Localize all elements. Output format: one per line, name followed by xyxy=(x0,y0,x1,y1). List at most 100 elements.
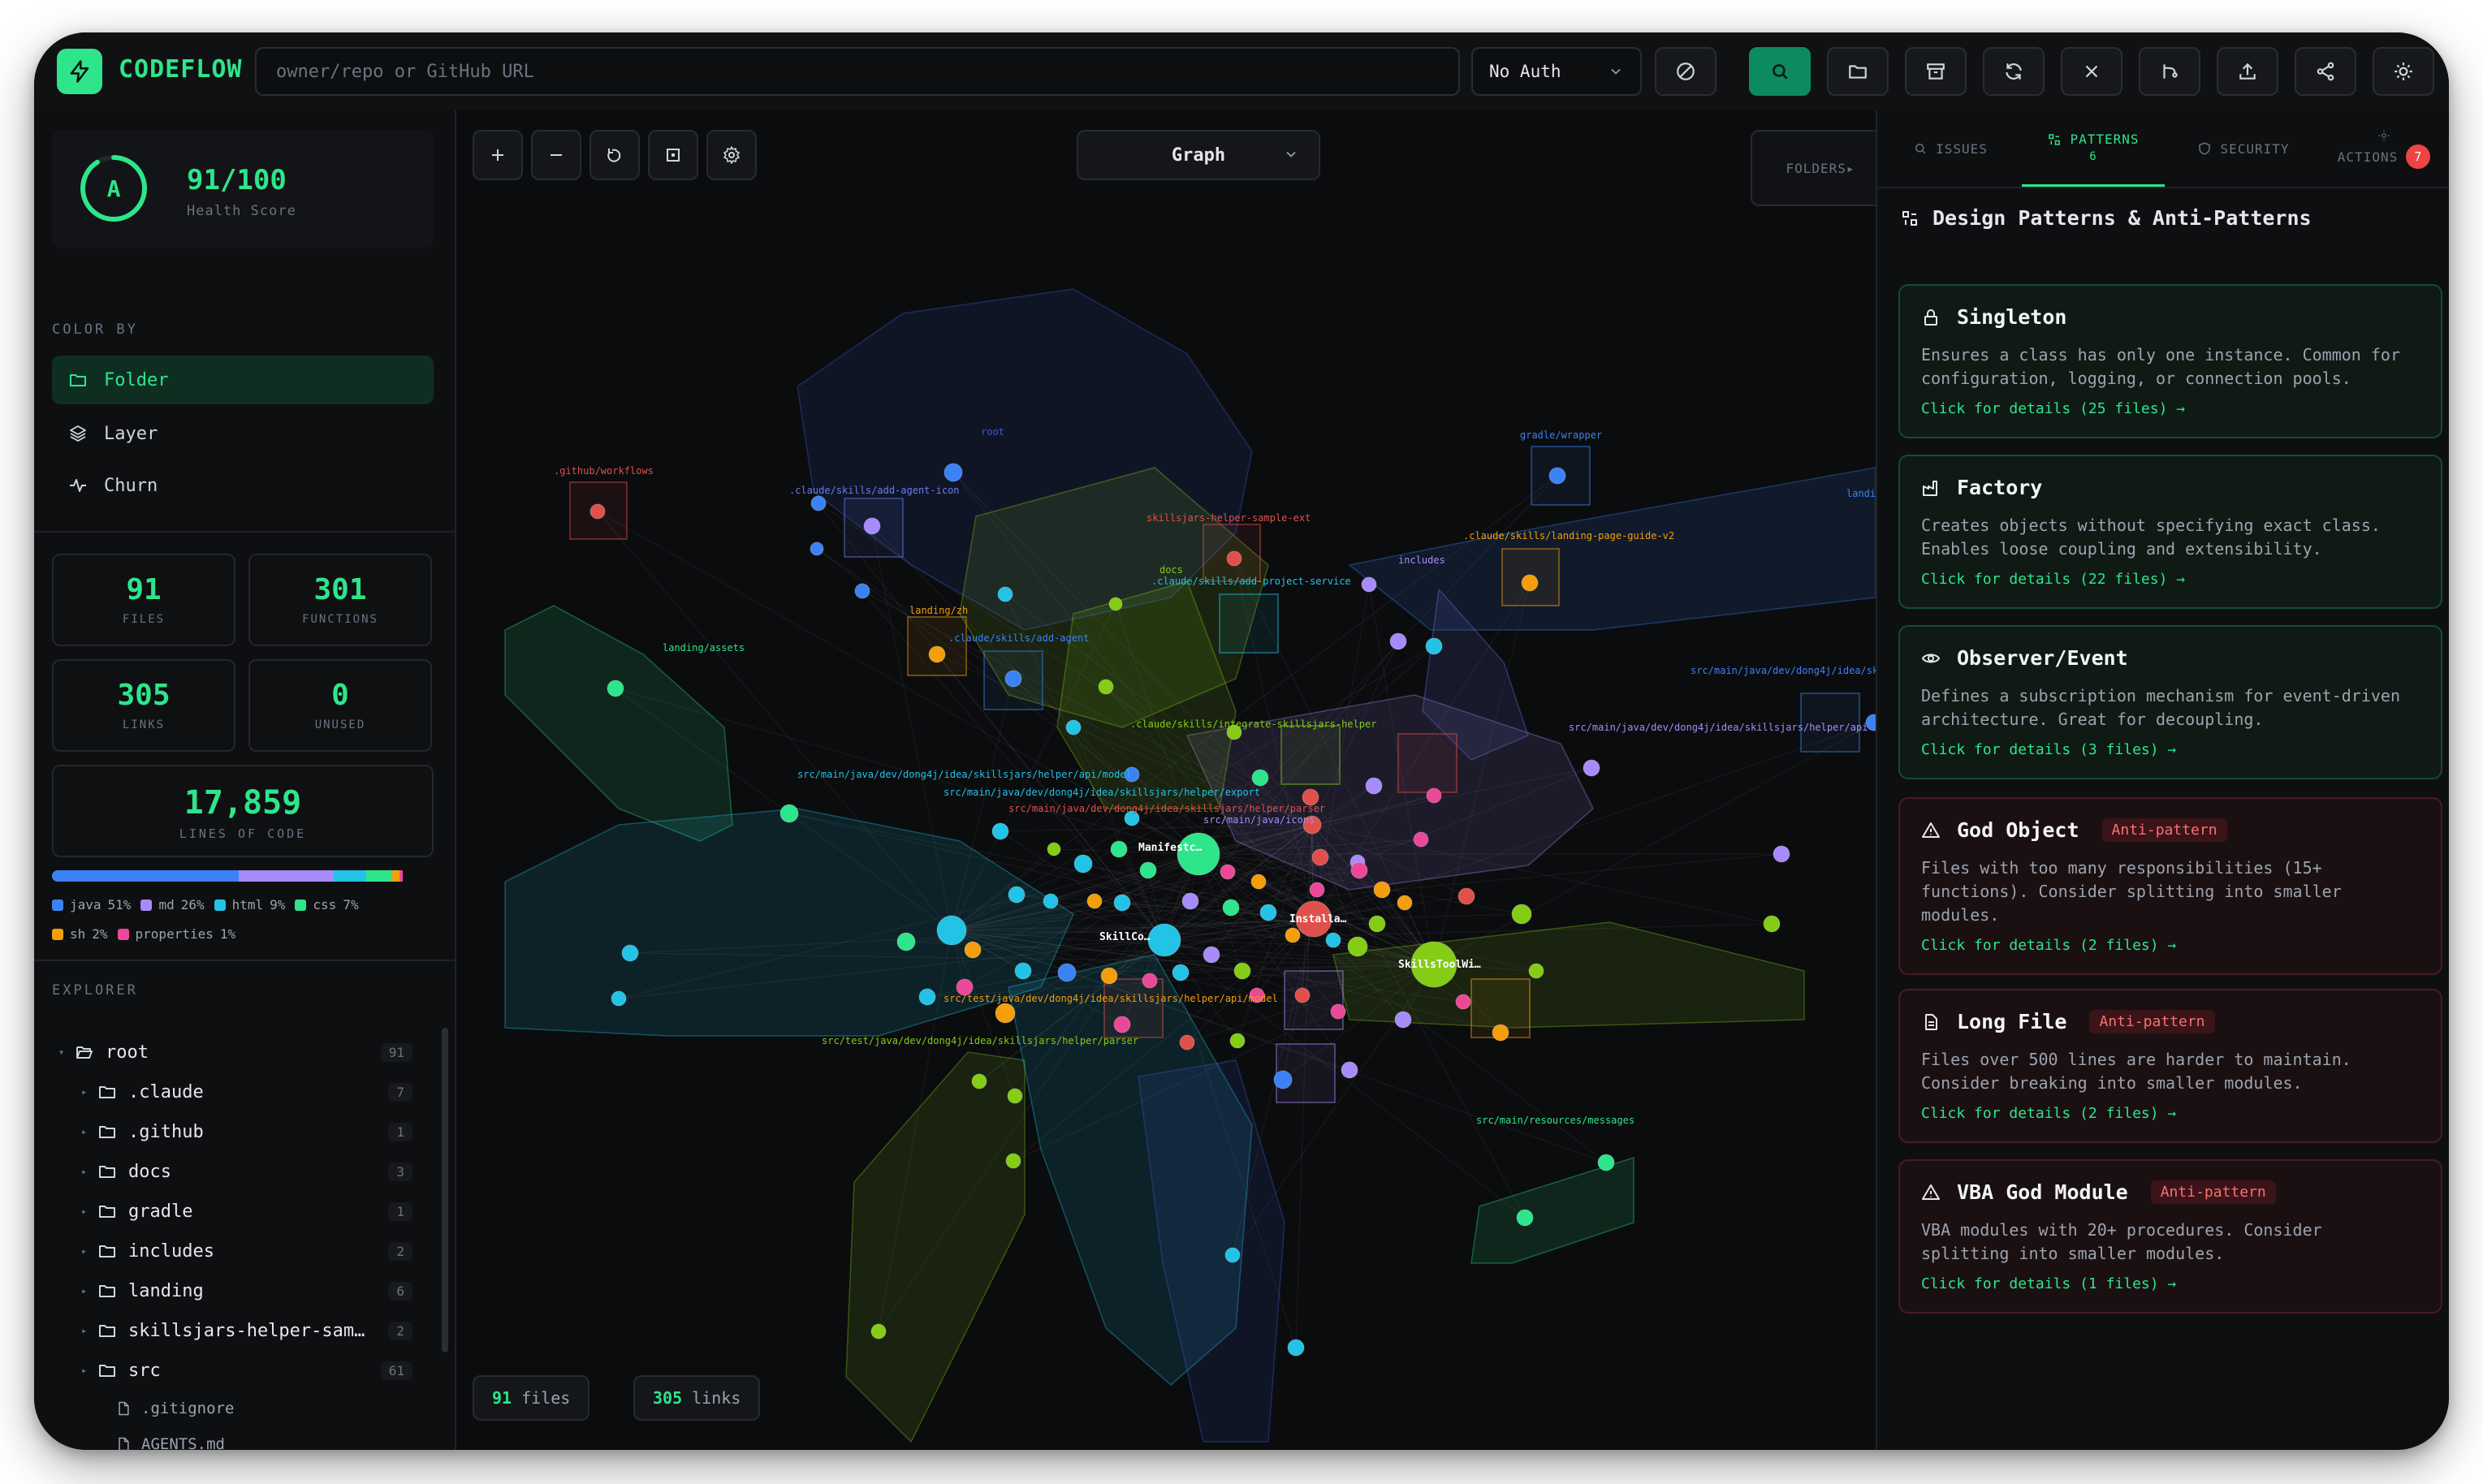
settings-button[interactable] xyxy=(706,130,757,180)
zoom-in-button[interactable] xyxy=(473,130,523,180)
archive-button[interactable] xyxy=(1905,47,1967,96)
file-node[interactable] xyxy=(870,1323,887,1339)
file-node[interactable] xyxy=(1177,832,1220,876)
file-node[interactable] xyxy=(1583,759,1600,777)
file-node[interactable] xyxy=(944,463,963,482)
explorer-folder[interactable]: ▸ .github 1 xyxy=(34,1112,437,1151)
file-node[interactable] xyxy=(936,915,967,946)
file-node[interactable] xyxy=(928,645,946,663)
upload-button[interactable] xyxy=(2217,47,2278,96)
file-node[interactable] xyxy=(1397,895,1413,911)
file-node[interactable] xyxy=(1113,894,1131,912)
explorer-folder[interactable]: ▸ docs 3 xyxy=(34,1152,437,1191)
explorer-folder[interactable]: ▸ landing 6 xyxy=(34,1271,437,1310)
file-node[interactable] xyxy=(1073,854,1093,874)
file-node[interactable] xyxy=(1373,881,1391,899)
pattern-card[interactable]: Observer/Event Defines a subscription mec… xyxy=(1898,625,2442,779)
file-node[interactable] xyxy=(589,503,606,520)
tab-actions[interactable]: ACTIONS 7 xyxy=(2319,110,2449,187)
file-node[interactable] xyxy=(810,495,827,511)
file-node[interactable] xyxy=(1457,887,1475,905)
dependency-graph[interactable]: .github/workflows .claude/skills/add-agen… xyxy=(456,110,1876,1450)
file-node[interactable] xyxy=(1057,963,1077,982)
file-node[interactable] xyxy=(1773,845,1790,863)
file-node[interactable] xyxy=(1014,962,1032,980)
explorer-folder[interactable]: ▸ includes 2 xyxy=(34,1232,437,1270)
file-node[interactable] xyxy=(995,1003,1016,1024)
file-node[interactable] xyxy=(1086,893,1103,909)
file-node[interactable] xyxy=(1287,1339,1305,1357)
explorer-root[interactable]: ▾ root 91 xyxy=(34,1033,437,1072)
view-mode-select[interactable]: Graph xyxy=(1077,130,1320,180)
file-node[interactable] xyxy=(1250,874,1267,890)
file-node[interactable] xyxy=(1492,1024,1509,1042)
tab-security[interactable]: SECURITY xyxy=(2174,110,2312,187)
theme-button[interactable] xyxy=(2373,47,2434,96)
file-node[interactable] xyxy=(1425,637,1443,655)
file-node[interactable] xyxy=(1389,632,1407,650)
block-button[interactable] xyxy=(1655,47,1717,96)
file-node[interactable] xyxy=(1220,864,1236,880)
file-node[interactable] xyxy=(1222,899,1240,917)
auth-select[interactable]: No Auth xyxy=(1471,47,1642,96)
file-node[interactable] xyxy=(1330,1003,1346,1020)
file-node[interactable] xyxy=(1005,1153,1021,1169)
file-node[interactable] xyxy=(1511,904,1532,925)
pattern-card[interactable]: VBA God Module Anti-pattern VBA modules wi… xyxy=(1898,1159,2442,1314)
file-node[interactable] xyxy=(1139,861,1157,879)
file-node[interactable] xyxy=(1426,787,1442,804)
file-node[interactable] xyxy=(1365,777,1383,795)
color-by-churn[interactable]: Churn xyxy=(52,461,434,510)
file-node[interactable] xyxy=(1361,576,1377,593)
file-node[interactable] xyxy=(1203,946,1220,964)
file-node[interactable] xyxy=(1181,892,1199,910)
file-node[interactable] xyxy=(1394,1011,1412,1029)
file-node[interactable] xyxy=(1179,1034,1195,1050)
file-node[interactable] xyxy=(1229,1033,1246,1049)
tab-patterns[interactable]: PATTERNS 6 xyxy=(2022,110,2165,187)
folders-toggle[interactable]: FOLDERS▸ xyxy=(1751,130,1890,206)
pattern-card[interactable]: Long File Anti-pattern Files over 500 line… xyxy=(1898,989,2442,1143)
explorer-folder[interactable]: ▸ src 61 xyxy=(34,1351,437,1390)
file-node[interactable] xyxy=(1521,574,1539,592)
refresh-button[interactable] xyxy=(1983,47,2045,96)
repo-input[interactable] xyxy=(255,47,1460,96)
file-node[interactable] xyxy=(1325,932,1341,948)
file-node[interactable] xyxy=(1285,927,1301,943)
search-button[interactable] xyxy=(1749,47,1811,96)
file-node[interactable] xyxy=(1226,550,1242,567)
pattern-details-link[interactable]: Click for details (2 files) → xyxy=(1921,1105,2420,1122)
file-node[interactable] xyxy=(1147,923,1181,957)
graph-canvas[interactable]: .github/workflows .claude/skills/add-agen… xyxy=(456,110,1890,1450)
fit-view-button[interactable] xyxy=(648,130,698,180)
file-node[interactable] xyxy=(1108,597,1123,611)
file-node[interactable] xyxy=(1065,719,1082,736)
file-node[interactable] xyxy=(810,541,824,556)
file-node[interactable] xyxy=(1548,467,1566,485)
file-node[interactable] xyxy=(779,804,799,823)
folder-button[interactable] xyxy=(1827,47,1889,96)
file-node[interactable] xyxy=(1172,964,1190,981)
explorer-folder[interactable]: ▸ gradle 1 xyxy=(34,1192,437,1231)
color-by-folder[interactable]: Folder xyxy=(52,356,434,404)
file-node[interactable] xyxy=(1098,679,1114,695)
file-node[interactable] xyxy=(1008,886,1026,904)
file-node[interactable] xyxy=(1047,842,1061,856)
file-node[interactable] xyxy=(1113,1016,1131,1033)
file-node[interactable] xyxy=(1259,904,1277,921)
reset-view-button[interactable] xyxy=(589,130,640,180)
file-node[interactable] xyxy=(1100,967,1118,985)
file-node[interactable] xyxy=(918,988,936,1006)
file-node[interactable] xyxy=(854,583,870,599)
pattern-details-link[interactable]: Click for details (22 files) → xyxy=(1921,571,2420,588)
file-node[interactable] xyxy=(1007,1088,1023,1104)
share-button[interactable] xyxy=(2295,47,2356,96)
file-node[interactable] xyxy=(1110,840,1128,858)
explorer-folder[interactable]: ▸ .claude 7 xyxy=(34,1072,437,1111)
pattern-details-link[interactable]: Click for details (1 files) → xyxy=(1921,1275,2420,1292)
file-node[interactable] xyxy=(1004,670,1022,688)
explorer-file[interactable]: .gitignore xyxy=(115,1392,497,1425)
file-node[interactable] xyxy=(1341,1061,1358,1079)
file-node[interactable] xyxy=(1294,987,1311,1003)
explorer-file[interactable]: AGENTS.md xyxy=(115,1428,497,1450)
